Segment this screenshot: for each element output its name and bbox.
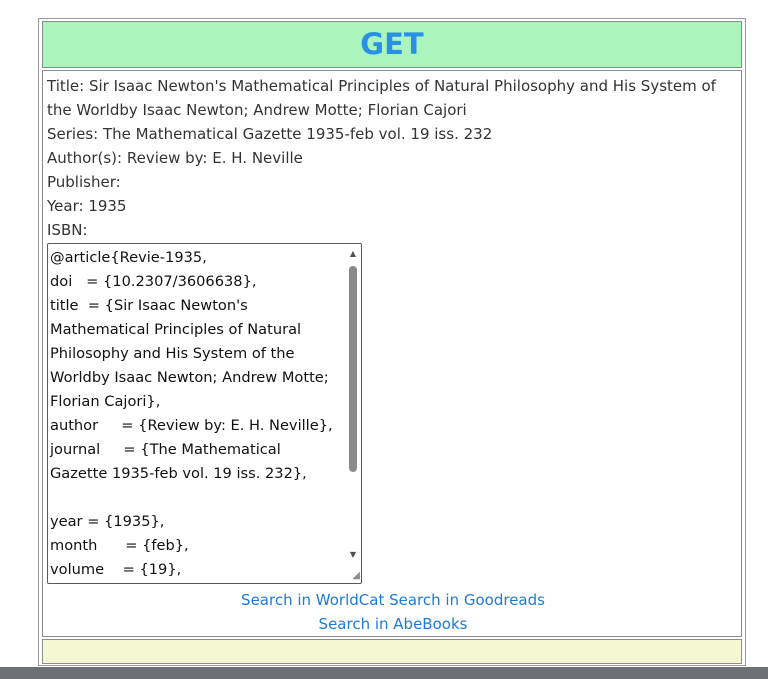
publisher-field: Publisher: bbox=[47, 173, 121, 191]
series-field: Series: The Mathematical Gazette 1935-fe… bbox=[47, 125, 493, 143]
book-record-panel: GET Title: Sir Isaac Newton's Mathematic… bbox=[38, 18, 746, 666]
isbn-field: ISBN: bbox=[47, 221, 88, 239]
search-links-row-2: Search in AbeBooks bbox=[43, 612, 743, 636]
bottom-strip bbox=[0, 667, 768, 679]
authors-field: Author(s): Review by: E. H. Neville bbox=[47, 149, 303, 167]
year-field: Year: 1935 bbox=[47, 197, 127, 215]
metadata-list: Title: Sir Isaac Newton's Mathematical P… bbox=[47, 74, 737, 242]
worldcat-search-link[interactable]: Search in WorldCat bbox=[241, 591, 384, 609]
resize-grip-icon[interactable]: ◢ bbox=[348, 570, 360, 582]
goodreads-search-link[interactable]: Search in Goodreads bbox=[389, 591, 545, 609]
abebooks-search-link[interactable]: Search in AbeBooks bbox=[319, 615, 468, 633]
record-details: Title: Sir Isaac Newton's Mathematical P… bbox=[42, 70, 742, 637]
scroll-thumb[interactable] bbox=[349, 266, 357, 472]
get-download-link[interactable]: GET bbox=[360, 26, 423, 62]
footer-bar bbox=[42, 639, 742, 664]
scroll-up-arrow-icon[interactable]: ▲ bbox=[345, 246, 361, 262]
search-links-row-1: Search in WorldCat Search in Goodreads bbox=[43, 588, 743, 612]
bibtex-scrollbar[interactable]: ▲ ▼ bbox=[345, 244, 361, 583]
get-header: GET bbox=[42, 21, 742, 68]
bibtex-textarea[interactable]: @article{Revie-1935, doi = {10.2307/3606… bbox=[47, 243, 362, 584]
scroll-down-arrow-icon[interactable]: ▼ bbox=[345, 547, 361, 563]
title-field: Title: Sir Isaac Newton's Mathematical P… bbox=[47, 77, 716, 119]
search-links: Search in WorldCat Search in Goodreads S… bbox=[43, 588, 743, 636]
bibtex-content[interactable]: @article{Revie-1935, doi = {10.2307/3606… bbox=[50, 246, 342, 583]
